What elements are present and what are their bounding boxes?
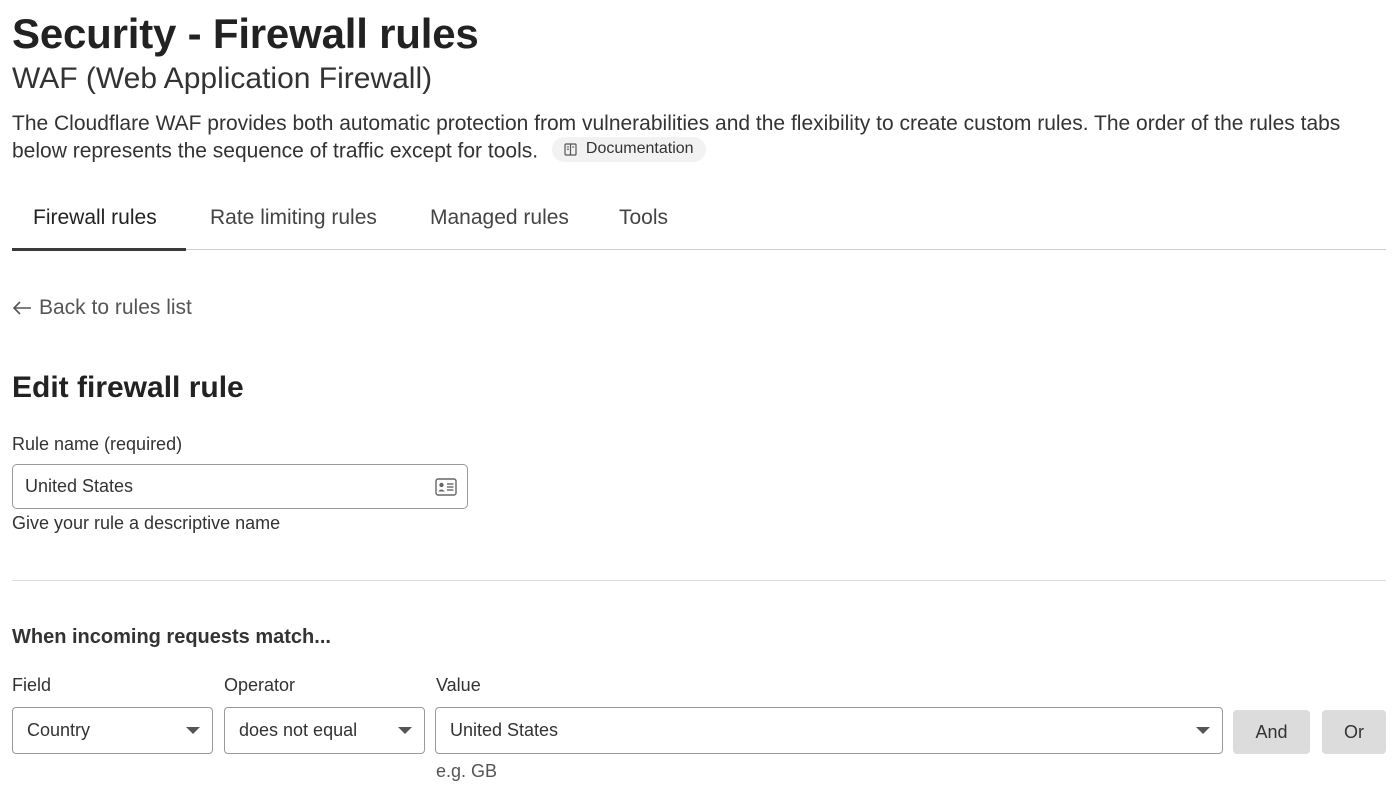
and-button[interactable]: And [1233, 710, 1310, 754]
operator-label: Operator [224, 675, 296, 695]
value-label: Value [436, 675, 481, 695]
chevron-down-icon [398, 727, 412, 734]
tab-rate-limiting-rules[interactable]: Rate limiting rules [186, 186, 406, 250]
or-button[interactable]: Or [1322, 710, 1386, 754]
documentation-label: Documentation [585, 140, 694, 157]
edit-rule-title: Edit firewall rule [12, 371, 244, 404]
value-hint: e.g. GB [436, 761, 498, 781]
value-select[interactable]: United States [435, 707, 1223, 754]
tab-label: Firewall rules [33, 206, 157, 229]
tab-firewall-rules[interactable]: Firewall rules [12, 186, 186, 251]
rule-name-input[interactable] [25, 476, 435, 497]
match-title: When incoming requests match... [12, 626, 331, 648]
operator-select[interactable]: does not equal [224, 707, 425, 754]
back-to-rules-link[interactable]: Back to rules list [12, 296, 192, 320]
page-title: Security - Firewall rules [12, 10, 479, 57]
page: Security - Firewall rules WAF (Web Appli… [0, 0, 1400, 802]
tab-label: Tools [619, 206, 669, 229]
chevron-down-icon [186, 727, 200, 734]
tab-label: Managed rules [430, 206, 569, 229]
field-label: Field [12, 675, 52, 695]
field-select-value: Country [27, 720, 91, 740]
tab-label: Rate limiting rules [210, 206, 377, 229]
back-link-label: Back to rules list [39, 296, 192, 319]
chevron-down-icon [1196, 727, 1210, 734]
tab-tools[interactable]: Tools [596, 186, 696, 250]
tab-bar: Firewall rules Rate limiting rules Manag… [12, 186, 1386, 251]
book-icon [564, 142, 577, 156]
rule-name-label: Rule name (required) [12, 434, 183, 454]
operator-select-value: does not equal [239, 720, 358, 740]
page-subtitle: WAF (Web Application Firewall) [12, 62, 433, 95]
rule-name-hint: Give your rule a descriptive name [12, 513, 281, 533]
page-description: The Cloudflare WAF provides both automat… [12, 110, 1384, 165]
arrow-left-icon [12, 301, 31, 315]
value-select-value: United States [450, 720, 559, 740]
contact-card-icon[interactable] [435, 477, 457, 496]
tab-managed-rules[interactable]: Managed rules [406, 186, 596, 250]
field-select[interactable]: Country [12, 707, 213, 754]
rule-name-field[interactable] [12, 464, 468, 509]
documentation-link[interactable]: Documentation [551, 137, 706, 162]
section-divider [12, 580, 1386, 581]
